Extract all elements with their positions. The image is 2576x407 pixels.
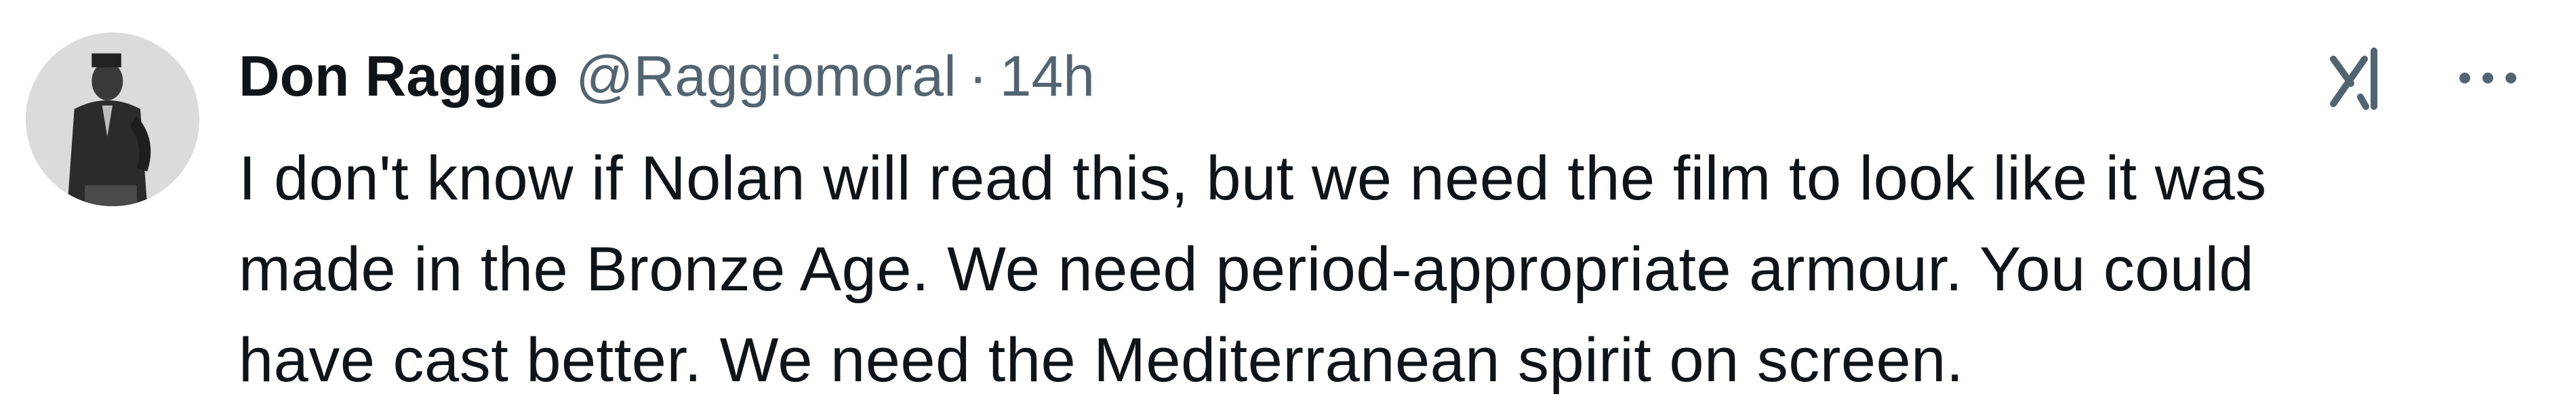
grok-icon	[2330, 47, 2377, 110]
header-separator: ·	[968, 43, 988, 108]
more-options-button[interactable]	[2454, 64, 2522, 92]
tweet-actions	[2325, 41, 2522, 115]
avatar[interactable]	[26, 33, 199, 206]
author-handle[interactable]: @Raggiomoral	[576, 43, 957, 109]
avatar-photo-icon	[26, 33, 199, 206]
tweet-text: I don't know if Nolan will read this, bu…	[239, 144, 2267, 395]
more-options-icon	[2459, 73, 2516, 83]
tweet-timestamp[interactable]: 14h	[1000, 43, 1095, 109]
grok-button[interactable]	[2325, 44, 2393, 112]
tweet-header: Don Raggio @Raggiomoral · 14h	[239, 35, 1095, 117]
tweet[interactable]: Don Raggio @Raggiomoral · 14h I don't kn…	[0, 0, 2576, 407]
author-display-name[interactable]: Don Raggio	[239, 43, 558, 109]
